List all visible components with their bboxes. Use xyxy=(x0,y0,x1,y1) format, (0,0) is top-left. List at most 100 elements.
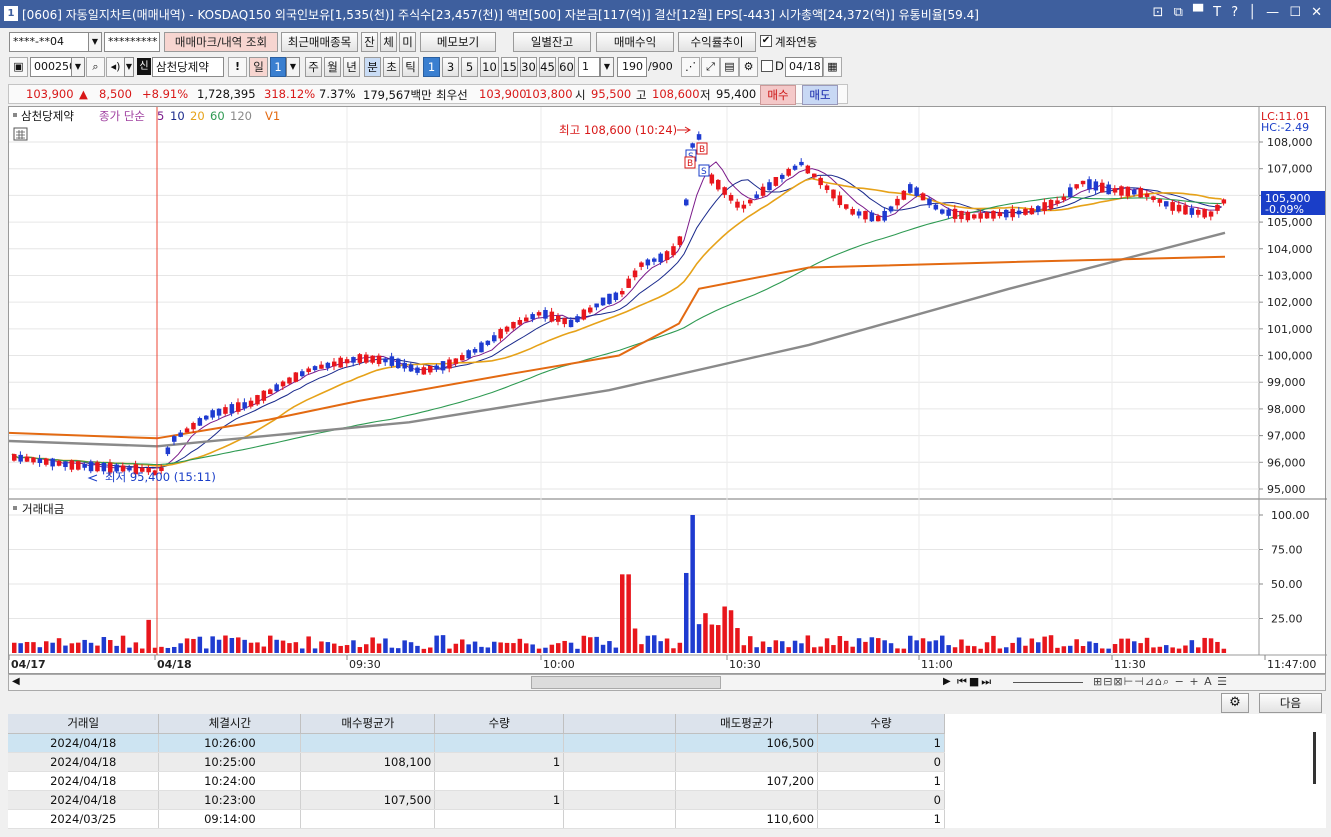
col-sell-avg[interactable]: 매도평균가 xyxy=(675,714,819,734)
interval-3-button[interactable]: 3 xyxy=(442,57,459,77)
chart-tool-icons[interactable]: ⊞⊟⊠⊢⊣⊿⌂⌕ − + A ☰ xyxy=(1093,675,1228,689)
candle-body xyxy=(952,208,958,219)
period-tick-button[interactable]: 틱 xyxy=(402,57,419,77)
zoom-slider[interactable] xyxy=(1013,682,1083,683)
interval-30-button[interactable]: 30 xyxy=(520,57,537,77)
period-day-num[interactable]: 1 xyxy=(270,57,286,77)
drawing-tool-icon[interactable]: ⤢ xyxy=(701,57,720,77)
table-cell xyxy=(300,809,436,829)
date-input[interactable]: 04/18 xyxy=(785,57,823,77)
unfilled-button[interactable]: 미 xyxy=(399,32,416,52)
col-sell-qty[interactable]: 수량 xyxy=(817,714,945,734)
date-checkbox[interactable] xyxy=(761,60,773,72)
speaker-dropdown[interactable]: ▼ xyxy=(124,57,134,77)
gear-icon[interactable]: ⚙ xyxy=(739,57,758,77)
filled-button[interactable]: 체 xyxy=(380,32,397,52)
period-day-button[interactable]: 일 xyxy=(249,57,268,77)
legend-ma120[interactable]: 120 xyxy=(230,109,252,123)
legend-ma10[interactable]: 10 xyxy=(170,109,185,123)
scroll-left-icon[interactable]: ◀ xyxy=(12,676,20,687)
period-second-button[interactable]: 초 xyxy=(383,57,400,77)
scroll-right-icon[interactable]: ▶ xyxy=(943,676,951,687)
interval-15-button[interactable]: 15 xyxy=(501,57,518,77)
code-dropdown[interactable]: ▼ xyxy=(71,57,85,77)
interval-1-button[interactable]: 1 xyxy=(423,57,440,77)
vol-tick-label: 75.00 xyxy=(1271,544,1303,557)
grid-scrollbar[interactable] xyxy=(1313,732,1316,784)
volume-bar xyxy=(76,642,81,653)
table-row[interactable]: 2024/04/18 10:23:00 107,500 1 0 xyxy=(8,790,945,810)
legend-stock[interactable]: 삼천당제약 xyxy=(21,109,74,123)
indicator-icon[interactable]: ⋰ xyxy=(681,57,700,77)
speaker-icon[interactable]: ◂) xyxy=(106,57,125,77)
volume-bar xyxy=(332,643,337,653)
password-input[interactable]: ********* xyxy=(104,32,160,52)
candle-body xyxy=(517,319,523,325)
count-input[interactable]: 190 xyxy=(617,57,647,77)
save-icon[interactable]: ▤ xyxy=(720,57,739,77)
interval-select[interactable]: 1 xyxy=(578,57,600,77)
period-year-button[interactable]: 년 xyxy=(343,57,360,77)
calendar-icon[interactable]: ▦ xyxy=(823,57,842,77)
return-trend-button[interactable]: 수익률추이 xyxy=(678,32,756,52)
change-amount: 8,500 xyxy=(99,87,132,101)
period-minute-button[interactable]: 분 xyxy=(364,57,381,77)
playback-controls[interactable]: ⏮■⏭ xyxy=(957,675,993,689)
volume-bar xyxy=(626,574,631,653)
account-select[interactable]: ****-**04 xyxy=(9,32,89,52)
scroll-thumb[interactable] xyxy=(531,676,721,689)
trade-mark-query-button[interactable]: 매매마크/내역 조회 xyxy=(164,32,278,52)
balance-button[interactable]: 잔 xyxy=(361,32,378,52)
stock-name-field[interactable]: 삼천당제약 xyxy=(152,57,224,77)
trade-history-grid[interactable]: 거래일 체결시간 매수평균가 수량 매도평균가 수량 2024/04/18 10:… xyxy=(8,714,945,829)
legend-ma20[interactable]: 20 xyxy=(190,109,205,123)
account-link-checkbox[interactable]: ✔ xyxy=(760,35,772,47)
candle-body xyxy=(261,390,267,401)
candle-body xyxy=(1138,187,1143,198)
table-row[interactable]: 2024/04/18 10:26:00 106,500 1 xyxy=(8,733,945,753)
buy-button[interactable]: 매수 xyxy=(760,85,796,105)
period-month-button[interactable]: 월 xyxy=(324,57,341,77)
interval-10-button[interactable]: 10 xyxy=(480,57,499,77)
period-week-button[interactable]: 주 xyxy=(305,57,322,77)
col-buy-qty[interactable]: 수량 xyxy=(434,714,565,734)
candle-body xyxy=(197,418,203,426)
legend-ma5[interactable]: 5 xyxy=(157,109,164,123)
volume-bar xyxy=(1202,637,1207,653)
window-controls[interactable]: ⊡ ⧉ ▀ T ? │ — ☐ ✕ xyxy=(1153,5,1325,20)
col-trade-date[interactable]: 거래일 xyxy=(8,714,160,734)
legend-bullet xyxy=(13,113,17,117)
table-row[interactable]: 2024/04/18 10:25:00 108,100 1 0 xyxy=(8,752,945,772)
alert-icon[interactable]: ! xyxy=(228,57,247,77)
interval-dropdown[interactable]: ▼ xyxy=(600,57,614,77)
table-row[interactable]: 2024/04/18 10:24:00 107,200 1 xyxy=(8,771,945,791)
settings-gear-icon[interactable]: ⚙ xyxy=(1221,693,1249,713)
next-button[interactable]: 다음 xyxy=(1259,693,1322,713)
interval-60-button[interactable]: 60 xyxy=(558,57,575,77)
layout-icon[interactable]: ▣ xyxy=(9,57,28,77)
sell-button[interactable]: 매도 xyxy=(802,85,838,105)
chart-panel[interactable]: 108,000107,000106,000105,000104,000103,0… xyxy=(8,106,1327,675)
search-icon[interactable]: ⌕ xyxy=(86,57,105,77)
recent-trades-button[interactable]: 최근매매종목 xyxy=(281,32,358,52)
day-num-dropdown[interactable]: ▼ xyxy=(286,57,300,77)
candle-body xyxy=(364,354,369,363)
memo-button[interactable]: 메모보기 xyxy=(420,32,496,52)
volume-bar xyxy=(1125,638,1131,653)
col-exec-time[interactable]: 체결시간 xyxy=(158,714,302,734)
volume-bar xyxy=(434,635,439,653)
interval-45-button[interactable]: 45 xyxy=(539,57,556,77)
col-buy-avg[interactable]: 매수평균가 xyxy=(300,714,436,734)
chart-scrollbar[interactable]: ◀ ▶ ⏮■⏭ ⊞⊟⊠⊢⊣⊿⌂⌕ − + A ☰ xyxy=(8,674,1326,691)
volume-bar xyxy=(88,642,94,653)
stock-code-input[interactable]: 000250 xyxy=(30,57,72,77)
table-row[interactable]: 2024/03/25 09:14:00 110,600 1 xyxy=(8,809,945,829)
trade-profit-button[interactable]: 매매수익 xyxy=(596,32,674,52)
daily-balance-button[interactable]: 일별잔고 xyxy=(513,32,591,52)
account-dropdown[interactable]: ▼ xyxy=(88,32,102,52)
legend-v1[interactable]: V1 xyxy=(265,109,280,123)
candlestick-chart[interactable]: 108,000107,000106,000105,000104,000103,0… xyxy=(9,107,1327,675)
interval-5-button[interactable]: 5 xyxy=(461,57,478,77)
volume-bar xyxy=(280,640,286,653)
legend-ma60[interactable]: 60 xyxy=(210,109,225,123)
